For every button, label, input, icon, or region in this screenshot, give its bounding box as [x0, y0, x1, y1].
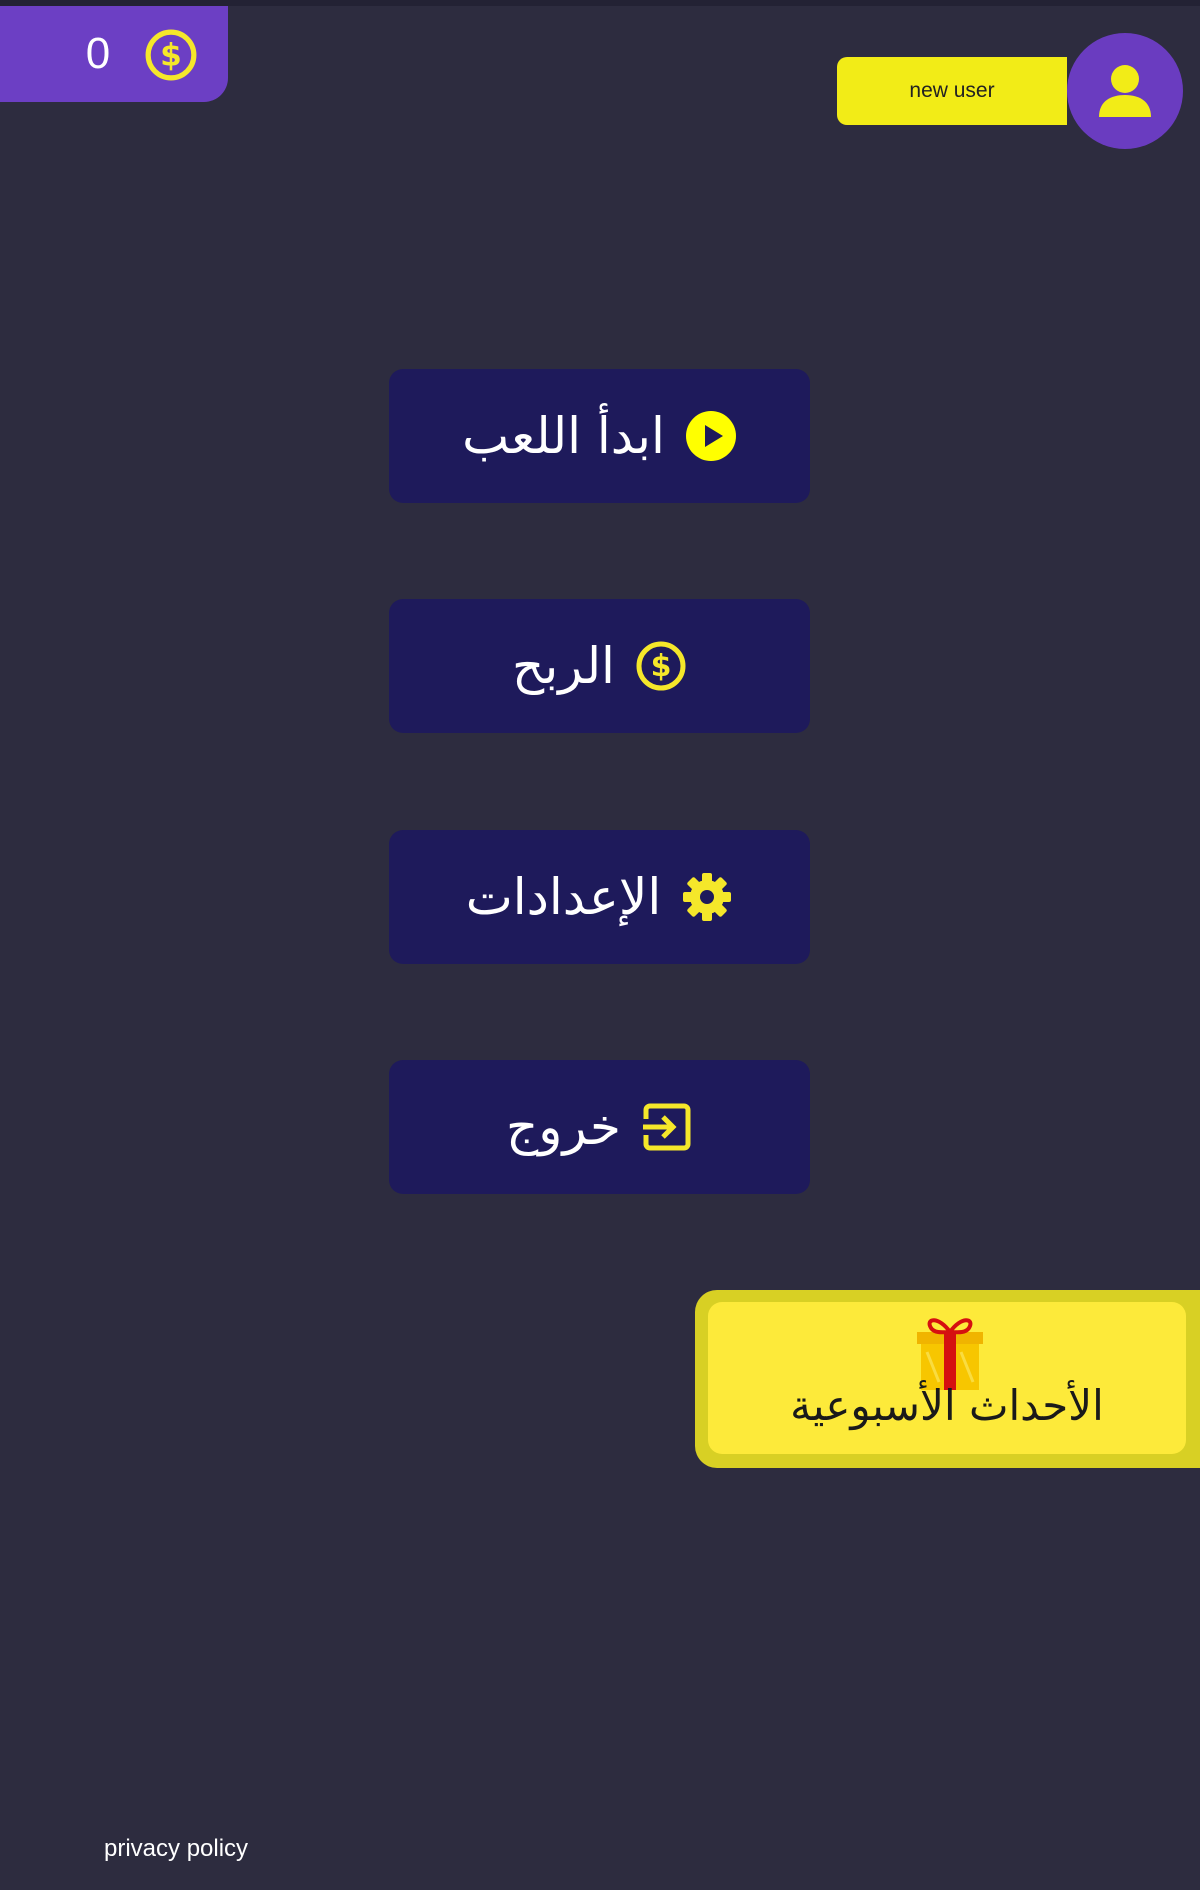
user-icon: [1099, 65, 1151, 117]
username-pill[interactable]: new user: [837, 57, 1067, 125]
svg-text:$: $: [651, 649, 672, 684]
coin-balance-panel: 0 $: [0, 6, 228, 102]
exit-button[interactable]: خروج: [389, 1060, 810, 1194]
play-circle-icon: [685, 411, 736, 461]
avatar-button[interactable]: [1067, 33, 1183, 149]
exit-icon: [640, 1103, 691, 1151]
dollar-coin-icon: $: [636, 641, 686, 691]
privacy-policy-link[interactable]: privacy policy: [104, 1834, 248, 1864]
earn-button[interactable]: الربح $: [389, 599, 810, 733]
weekly-events-label: الأحداث الأسبوعية: [790, 1381, 1104, 1430]
exit-label: خروج: [506, 1098, 621, 1156]
start-game-label: ابدأ اللعب: [462, 407, 665, 465]
weekly-events-card: الأحداث الأسبوعية: [708, 1302, 1186, 1454]
username-label: new user: [909, 79, 995, 102]
dollar-coin-icon: $: [145, 29, 197, 81]
settings-button[interactable]: الإعدادات: [389, 830, 810, 964]
svg-text:$: $: [160, 37, 182, 73]
gear-icon: [683, 873, 732, 921]
start-game-button[interactable]: ابدأ اللعب: [389, 369, 810, 503]
settings-label: الإعدادات: [465, 868, 662, 926]
coin-count: 0: [85, 29, 111, 78]
weekly-events-button[interactable]: الأحداث الأسبوعية: [695, 1290, 1200, 1468]
earn-label: الربح: [512, 637, 615, 695]
